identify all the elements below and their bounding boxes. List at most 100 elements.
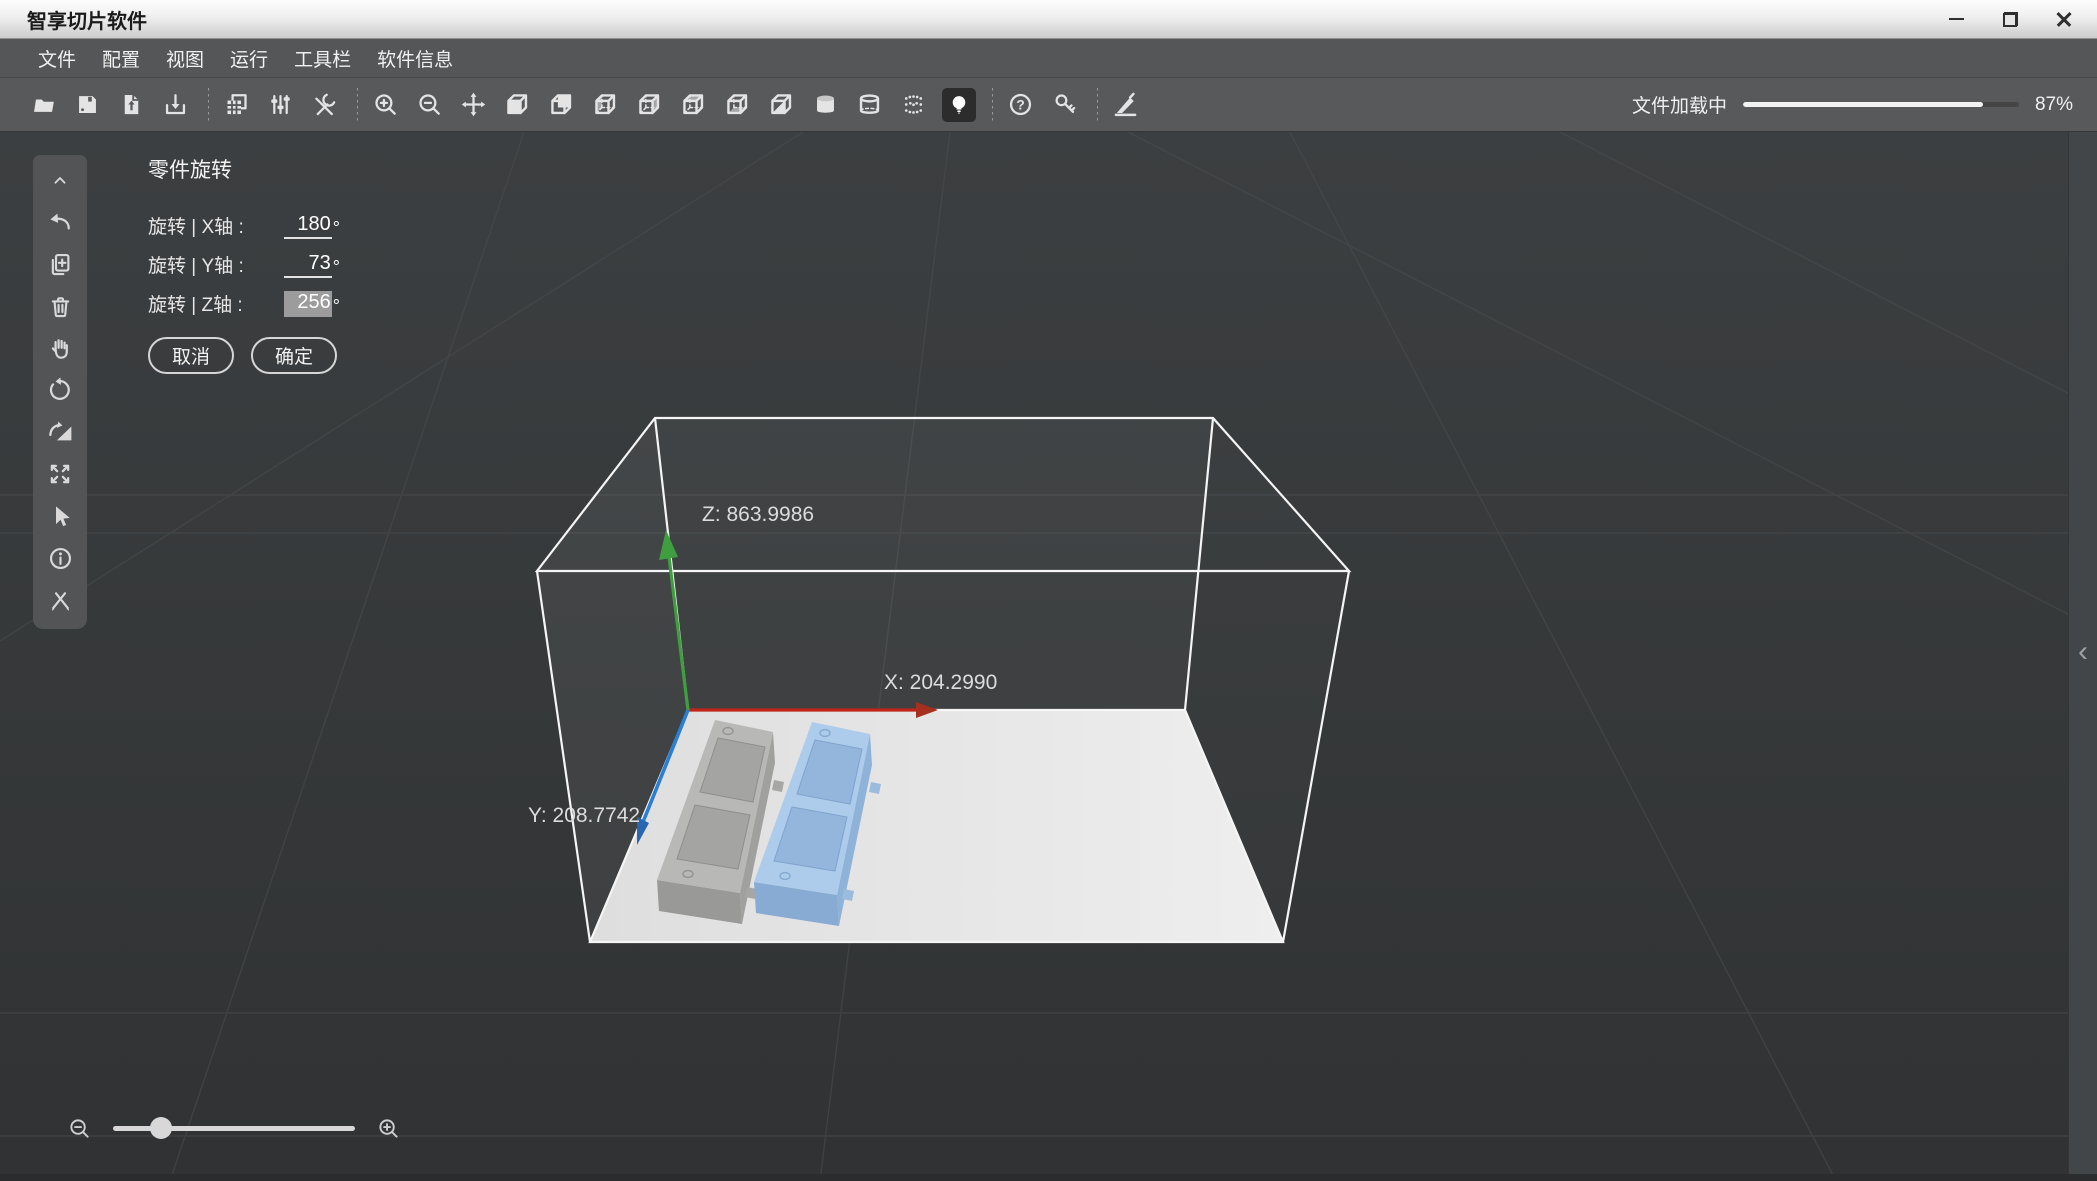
repair-tools-icon	[51, 591, 69, 611]
import-model-button[interactable]	[116, 88, 146, 122]
copy-plate-button[interactable]	[221, 88, 251, 122]
point-cloud-button[interactable]	[898, 88, 928, 122]
mirror-part-button[interactable]	[33, 411, 87, 453]
rotation-y-unit: °	[332, 257, 340, 277]
import-model-icon	[124, 94, 138, 115]
fit-view-button[interactable]	[33, 453, 87, 495]
view-top-button[interactable]	[678, 88, 708, 122]
pan-hand-button[interactable]	[33, 327, 87, 369]
rotation-z-unit: °	[332, 296, 340, 316]
zoom-out-icon[interactable]	[68, 1117, 91, 1140]
tools-button[interactable]	[309, 88, 339, 122]
slice-knife-button[interactable]	[1110, 88, 1140, 122]
titlebar: 智享切片软件	[0, 0, 2097, 39]
adjust-params-button[interactable]	[265, 88, 295, 122]
zoom-in-icon[interactable]	[377, 1117, 400, 1140]
rotation-panel-title: 零件旋转	[148, 159, 232, 182]
view-back-button[interactable]	[546, 88, 576, 122]
info-icon	[49, 547, 71, 569]
help-icon: ?	[1009, 93, 1031, 116]
viewport-3d[interactable]: Z: 863.9986 X: 204.2990 Y: 208.7742 零件旋转…	[0, 132, 2097, 1181]
rotation-x-input[interactable]: 180	[283, 213, 332, 239]
license-key-button[interactable]	[1049, 88, 1079, 122]
zoom-in-button[interactable]	[370, 88, 400, 122]
window-controls	[1941, 5, 2079, 33]
cancel-button[interactable]: 取消	[148, 337, 234, 374]
rotation-y-label: 旋转 | Y轴 :	[148, 256, 244, 277]
slice-knife-icon	[1114, 92, 1136, 117]
view-back-icon	[550, 94, 571, 115]
light-toggle-button[interactable]	[942, 87, 976, 122]
export-model-button[interactable]	[160, 88, 190, 122]
move-button[interactable]	[458, 88, 488, 122]
rotation-row-z: 旋转 | Z轴 : 256 °	[148, 278, 340, 317]
minimize-button[interactable]	[1941, 5, 1971, 33]
progress-percent: 87%	[2034, 93, 2073, 115]
zoom-out-icon	[418, 94, 440, 115]
mirror-icon	[48, 421, 71, 440]
menu-run[interactable]: 运行	[228, 41, 270, 76]
zoom-in-icon	[374, 94, 396, 115]
select-cursor-button[interactable]	[33, 495, 87, 537]
svg-text:?: ?	[1016, 96, 1025, 112]
view-bottom-button[interactable]	[722, 88, 752, 122]
app-title: 智享切片软件	[27, 10, 147, 33]
help-button[interactable]: ?	[1005, 88, 1035, 122]
collapse-up-button[interactable]	[33, 159, 87, 201]
menu-file[interactable]: 文件	[36, 41, 78, 76]
view-iso-button[interactable]	[766, 88, 796, 122]
restore-button[interactable]	[1995, 5, 2025, 33]
save-icon	[78, 96, 96, 113]
add-part-icon	[51, 253, 69, 275]
repair-part-button[interactable]	[33, 579, 87, 621]
move-icon	[461, 92, 485, 117]
menu-toolbar[interactable]: 工具栏	[292, 41, 353, 76]
cylinder-wireframe-button[interactable]	[854, 88, 884, 122]
axis-x-label: X: 204.2990	[884, 671, 997, 694]
minimize-icon	[1948, 17, 1964, 21]
axis-z-label: Z: 863.9986	[702, 503, 814, 526]
menubar: 文件 配置 视图 运行 工具栏 软件信息	[0, 39, 2097, 78]
restore-icon	[2002, 11, 2018, 27]
add-part-button[interactable]	[33, 243, 87, 285]
toolbar-divider	[357, 87, 358, 122]
undo-button[interactable]	[33, 201, 87, 243]
right-panel-strip: ‹	[2068, 132, 2097, 1174]
view-right-button[interactable]	[634, 88, 664, 122]
open-file-icon	[33, 99, 54, 112]
delete-part-button[interactable]	[33, 285, 87, 327]
bottom-edge-strip	[0, 1174, 2097, 1181]
trash-icon	[51, 296, 69, 317]
menu-view[interactable]: 视图	[164, 41, 206, 76]
rotation-z-input[interactable]: 256	[283, 291, 332, 317]
fit-view-icon	[50, 464, 70, 484]
slicer-app-window: 智享切片软件 文件 配置 视图 运行 工具栏 软件信息 ? 文件加载中 87% …	[0, 0, 2097, 1181]
rotation-z-label: 旋转 | Z轴 :	[148, 295, 243, 316]
menu-config[interactable]: 配置	[100, 41, 142, 76]
progress-bar	[1742, 102, 2019, 107]
view-right-icon	[638, 94, 659, 115]
build-volume-back-wall	[655, 418, 1213, 710]
axis-y-label: Y: 208.7742	[528, 804, 640, 827]
view-front-button[interactable]	[502, 88, 532, 122]
rotation-y-input[interactable]: 73	[283, 252, 332, 278]
view-left-button[interactable]	[590, 88, 620, 122]
rotate-ccw-icon	[49, 377, 70, 400]
close-button[interactable]	[2049, 5, 2079, 33]
expand-panel-chevron-icon[interactable]: ‹	[2078, 637, 2088, 667]
toolbar-divider	[992, 87, 993, 122]
zoom-out-button[interactable]	[414, 88, 444, 122]
save-button[interactable]	[72, 88, 102, 122]
menu-about[interactable]: 软件信息	[375, 41, 455, 76]
view-bottom-icon	[726, 94, 747, 115]
cylinder-solid-button[interactable]	[810, 88, 840, 122]
zoom-slider[interactable]	[113, 1116, 355, 1140]
point-cloud-icon	[904, 95, 922, 114]
confirm-button[interactable]: 确定	[251, 337, 337, 374]
zoom-slider-track[interactable]	[113, 1126, 355, 1131]
part-info-button[interactable]	[33, 537, 87, 579]
open-file-button[interactable]	[28, 88, 58, 122]
rotate-part-button[interactable]	[33, 369, 87, 411]
zoom-slider-handle[interactable]	[150, 1117, 173, 1139]
pan-hand-icon	[51, 339, 68, 359]
